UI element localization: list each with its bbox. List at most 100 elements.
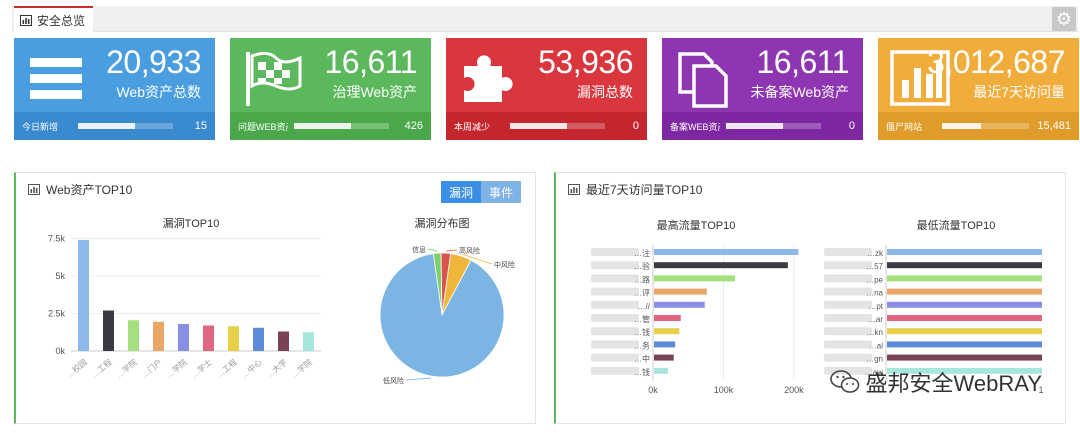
blurred-label: [824, 327, 872, 336]
footer-value: 15: [194, 120, 207, 132]
bar[interactable]: [654, 367, 669, 374]
footer-progress-bar: [942, 123, 1030, 129]
x-tick-label: 100k: [714, 385, 734, 395]
x-tick-label: …工程: [90, 358, 114, 380]
bar[interactable]: [228, 326, 239, 351]
blurred-label: [591, 353, 639, 362]
bar[interactable]: [654, 301, 705, 308]
footer-progress-bar: [78, 123, 173, 129]
stat-card[interactable]: 3,012,687 最近7天访问量 僵尸网站 15,481: [878, 38, 1079, 140]
bar[interactable]: [654, 341, 676, 348]
stat-label: 最近7天访问量: [973, 84, 1065, 100]
blurred-label: [591, 300, 639, 309]
stat-footer: 今日新增 15: [14, 112, 215, 140]
x-tick-label: …中心: [239, 357, 264, 380]
flag-icon: [246, 51, 302, 106]
tab-security-overview[interactable]: 安全总览: [14, 6, 94, 32]
stat-card[interactable]: 20,933 Web资产总数 今日新增 15: [14, 38, 215, 140]
stat-value: 16,611: [756, 44, 850, 80]
blurred-label: [824, 287, 872, 296]
stat-footer: 本周减少 0: [446, 112, 647, 140]
x-tick-label: …学院: [114, 357, 139, 380]
pie-leader-line: [427, 248, 438, 252]
x-tick-label: …学院: [289, 357, 314, 380]
footer-value: 15,481: [1037, 120, 1071, 132]
blurred-label: [591, 366, 639, 375]
footer-label: 僵尸网站: [886, 121, 923, 132]
stat-card[interactable]: 16,611 未备案Web资产备案WEB资产 0: [662, 38, 863, 140]
bar[interactable]: [103, 310, 114, 352]
bar[interactable]: [887, 328, 1042, 335]
bar[interactable]: [78, 240, 89, 351]
x-tick-label: …大学: [264, 357, 289, 380]
footer-progress-bar: [510, 123, 605, 129]
pie-label: 信息: [412, 245, 426, 254]
copy-icon: [678, 52, 728, 108]
y-tick-label: …pt: [868, 302, 883, 311]
chart-title: 最低流量TOP10: [917, 218, 996, 232]
footer-progress-bar: [726, 123, 821, 129]
chart-title: 最高流量TOP10: [657, 218, 736, 232]
bar[interactable]: [887, 354, 1042, 361]
y-tick-label: …ar: [868, 315, 883, 324]
bar[interactable]: [654, 262, 788, 269]
x-tick-label: 0k: [648, 385, 658, 395]
bar[interactable]: [654, 288, 707, 295]
bar[interactable]: [887, 275, 1042, 282]
y-tick-label: 0k: [55, 346, 65, 356]
stat-label: Web资产总数: [116, 84, 201, 100]
bar[interactable]: [654, 315, 681, 321]
web-asset-top10-panel: Web资产TOP10 漏洞 事件 漏洞TOP10 0k 2.5k 5k 7.5k …校园……: [14, 172, 536, 424]
bar[interactable]: [654, 275, 736, 282]
stat-footer: 僵尸网站 15,481: [878, 112, 1079, 140]
x-tick-label: …校园: [64, 357, 89, 380]
bar[interactable]: [654, 354, 674, 361]
bar[interactable]: [887, 315, 1042, 321]
wechat-icon: [829, 370, 859, 393]
pie-leader-line: [405, 377, 432, 381]
blurred-label: [824, 340, 872, 349]
blurred-label: [824, 314, 872, 322]
blurred-label: [591, 314, 639, 322]
bar[interactable]: [278, 331, 289, 352]
footer-progress-bar: [294, 123, 389, 129]
blurred-label: [824, 274, 872, 283]
y-tick-label: …57: [866, 262, 883, 271]
gear-icon[interactable]: ⚙: [1052, 7, 1076, 31]
x-tick-label: …工程: [215, 358, 239, 380]
bar[interactable]: [887, 249, 1042, 255]
watermark: 盛邦安全WebRAY: [829, 366, 1042, 398]
stat-card[interactable]: 16,611 治理Web资产问题WEB资产 426: [230, 38, 431, 140]
bar[interactable]: [303, 332, 314, 351]
bar[interactable]: [253, 327, 264, 351]
menu-icon: [30, 58, 82, 99]
tab-label: 安全总览: [37, 13, 86, 28]
x-tick-label: …学士: [189, 357, 214, 380]
blurred-label: [591, 340, 639, 349]
bar[interactable]: [654, 328, 680, 335]
bar[interactable]: [153, 321, 164, 351]
y-tick-label: …钱: [634, 327, 650, 337]
top-bar: 安全总览 ⚙: [12, 6, 1078, 32]
footer-label: 问题WEB资产: [238, 121, 288, 132]
bar[interactable]: [887, 341, 1042, 348]
pie-label: 高风险: [459, 246, 480, 255]
y-tick-label: 5k: [55, 271, 65, 281]
blurred-label: [591, 327, 639, 336]
bar[interactable]: [128, 320, 139, 351]
footer-value: 0: [848, 120, 855, 132]
stat-label: 漏洞总数: [577, 84, 633, 100]
x-tick-label: …学院: [164, 357, 189, 380]
stat-card[interactable]: 53,936 漏洞总数本周减少 0: [446, 38, 647, 140]
blurred-label: [824, 300, 872, 309]
puzzle-icon: [464, 55, 513, 102]
stat-value: 53,936: [538, 44, 633, 80]
bar[interactable]: [887, 288, 1042, 295]
bar[interactable]: [887, 262, 1042, 269]
bar[interactable]: [654, 249, 799, 255]
bar[interactable]: [887, 301, 1042, 308]
bar[interactable]: [178, 324, 189, 351]
blurred-label: [591, 287, 639, 296]
bar[interactable]: [203, 325, 214, 352]
blurred-label: [591, 274, 639, 283]
